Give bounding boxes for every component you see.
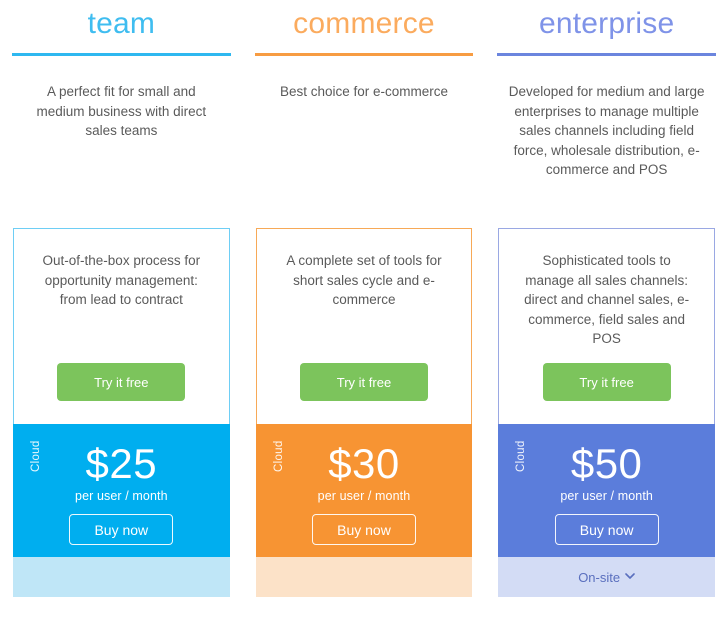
- on-site-label: On-site: [578, 569, 621, 585]
- chevron-down-icon: [625, 571, 635, 581]
- plan-tagline-enterprise: Developed for medium and large enterpris…: [508, 84, 705, 177]
- plan-title-commerce: commerce: [293, 7, 435, 40]
- plan-rule-team: [12, 53, 231, 56]
- spacer-team: [0, 597, 243, 618]
- spacer-enterprise: [485, 597, 728, 618]
- price-period-enterprise: per user / month: [560, 489, 653, 503]
- plan-header-enterprise: enterprise Developed for medium and larg…: [485, 0, 728, 228]
- price-amount-commerce: $30: [328, 440, 400, 487]
- try-it-free-button-team[interactable]: Try it free: [57, 363, 186, 401]
- plan-card-description-enterprise: Sophisticated tools to manage all sales …: [524, 253, 690, 346]
- price-amount-enterprise: $50: [570, 440, 643, 487]
- plan-footer-commerce: [255, 557, 473, 597]
- plan-header-team: team A perfect fit for small and medium …: [0, 0, 243, 228]
- plan-title-enterprise: enterprise: [538, 7, 675, 40]
- price-block-commerce: Cloud $30 per user / month Buy now: [255, 424, 473, 557]
- deployment-label-commerce: Cloud: [272, 440, 285, 472]
- plan-tagline-commerce: Best choice for e-commerce: [279, 84, 449, 99]
- plan-rule-enterprise: [497, 53, 716, 56]
- plan-rule-commerce: [254, 53, 474, 56]
- price-block-enterprise: Cloud $50 per user / month Buy now: [498, 424, 715, 557]
- try-it-free-button-commerce[interactable]: Try it free: [299, 363, 428, 401]
- plan-column-commerce: commerce Best choice for e-commerce A co…: [243, 0, 486, 618]
- pricing-table: team A perfect fit for small and medium …: [0, 0, 728, 618]
- plan-header-commerce: commerce Best choice for e-commerce: [243, 0, 486, 228]
- plan-title-team: team: [87, 7, 156, 40]
- price-amount-team: $25: [85, 440, 158, 487]
- plan-card-commerce: A complete set of tools for short sales …: [255, 228, 473, 424]
- price-block-team: Cloud $25 per user / month Buy now: [13, 424, 230, 557]
- price-period-team: per user / month: [75, 489, 168, 503]
- plan-card-enterprise: Sophisticated tools to manage all sales …: [498, 228, 715, 424]
- spacer-commerce: [243, 597, 486, 618]
- plan-column-team: team A perfect fit for small and medium …: [0, 0, 243, 618]
- price-period-commerce: per user / month: [317, 489, 411, 503]
- buy-now-button-team[interactable]: Buy now: [69, 514, 174, 545]
- plan-footer-enterprise: On-site: [498, 557, 715, 597]
- plan-column-enterprise: enterprise Developed for medium and larg…: [485, 0, 728, 618]
- deployment-label-team: Cloud: [30, 440, 42, 472]
- plan-footer-team: [13, 557, 230, 597]
- plan-card-description-commerce: A complete set of tools for short sales …: [286, 253, 442, 307]
- plan-card-description-team: Out-of-the-box process for opportunity m…: [42, 253, 201, 307]
- buy-now-button-enterprise[interactable]: Buy now: [554, 514, 659, 545]
- buy-now-button-commerce[interactable]: Buy now: [311, 514, 416, 545]
- on-site-toggle-enterprise[interactable]: On-site: [578, 570, 635, 585]
- plan-tagline-team: A perfect fit for small and medium busin…: [36, 84, 207, 138]
- plan-card-team: Out-of-the-box process for opportunity m…: [13, 228, 230, 424]
- deployment-label-enterprise: Cloud: [515, 440, 528, 472]
- try-it-free-button-enterprise[interactable]: Try it free: [542, 363, 671, 401]
